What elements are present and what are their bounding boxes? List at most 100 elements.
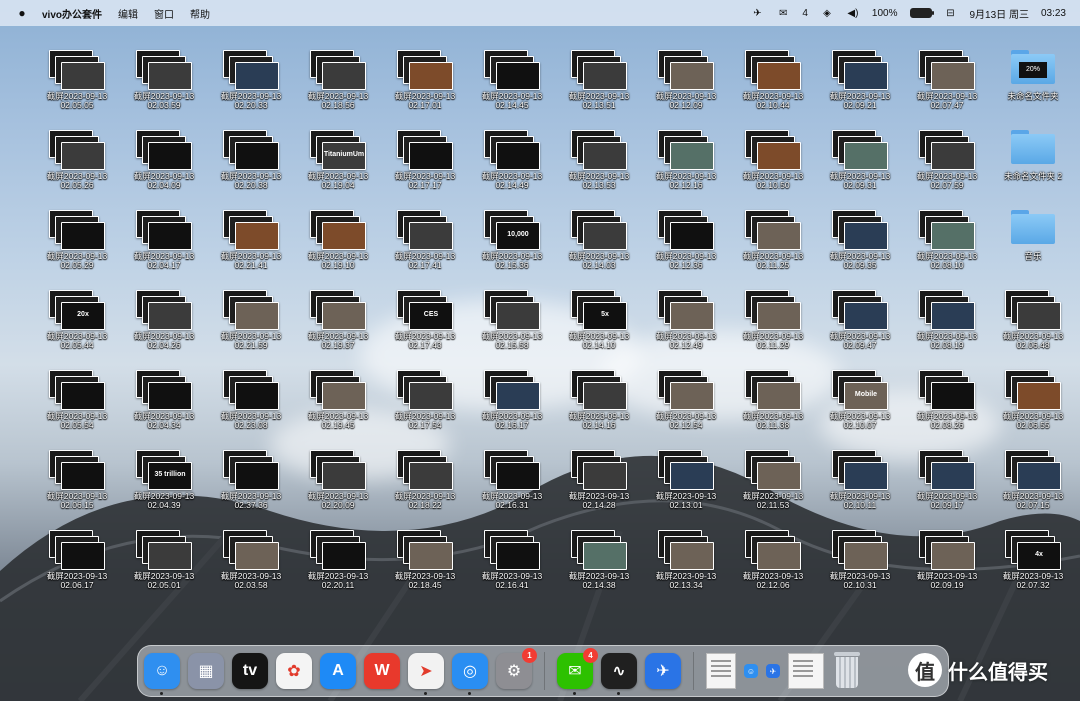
screenshot-file[interactable]: 截屏2023-09-13 02.05.05 xyxy=(35,36,119,112)
screenshot-file[interactable]: 截屏2023-09-13 02.12.36 xyxy=(644,196,728,272)
minimized-window-icon[interactable] xyxy=(788,653,824,689)
screenshot-file[interactable]: 截屏2023-09-13 02.20.11 xyxy=(296,516,380,592)
photos-icon[interactable]: ✿ xyxy=(276,653,312,689)
screenshot-file[interactable]: 截屏2023-09-13 02.14.16 xyxy=(557,356,641,432)
screenshot-file[interactable]: 5x 截屏2023-09-13 02.14.10 xyxy=(557,276,641,352)
screenshot-file[interactable]: 截屏2023-09-13 02.11.38 xyxy=(731,356,815,432)
screenshot-file[interactable]: 截屏2023-09-13 02.13.34 xyxy=(644,516,728,592)
screenshot-file[interactable]: 截屏2023-09-13 02.20.33 xyxy=(209,36,293,112)
activity-monitor-icon[interactable]: ∿ xyxy=(601,653,637,695)
screenshot-file[interactable]: 截屏2023-09-13 02.03.59 xyxy=(122,36,206,112)
screenshot-file[interactable]: 截屏2023-09-13 02.11.29 xyxy=(731,276,815,352)
menu-help[interactable]: 帮助 xyxy=(190,6,210,21)
screenshot-file[interactable]: 截屏2023-09-13 02.16.31 xyxy=(470,436,554,512)
screenshot-file[interactable]: 截屏2023-09-13 02.14.49 xyxy=(470,116,554,192)
screenshot-file[interactable]: 35 trillion 截屏2023-09-13 02.04.39 xyxy=(122,436,206,512)
lark-icon[interactable]: ✈ xyxy=(645,653,681,689)
minimized-lark-icon[interactable]: ✈ xyxy=(766,664,780,678)
screenshot-file[interactable]: 截屏2023-09-13 02.12.16 xyxy=(644,116,728,192)
screenshot-file[interactable]: CES 截屏2023-09-13 02.17.43 xyxy=(383,276,467,352)
screenshot-file[interactable]: 截屏2023-09-13 02.08.10 xyxy=(905,196,989,272)
screenshot-file[interactable]: 截屏2023-09-13 02.20.38 xyxy=(209,116,293,192)
screenshot-file[interactable]: 截屏2023-09-13 02.03.58 xyxy=(209,516,293,592)
screenshot-file[interactable]: 截屏2023-09-13 02.14.28 xyxy=(557,436,641,512)
screenshot-file[interactable]: 截屏2023-09-13 02.18.56 xyxy=(296,36,380,112)
battery-icon[interactable] xyxy=(909,8,934,18)
screenshot-file[interactable]: 截屏2023-09-13 02.09.35 xyxy=(818,196,902,272)
screenshot-file[interactable]: 截屏2023-09-13 02.05.29 xyxy=(35,196,119,272)
screenshot-file[interactable]: 截屏2023-09-13 02.09.17 xyxy=(905,436,989,512)
screenshot-file[interactable]: 截屏2023-09-13 02.17.01 xyxy=(383,36,467,112)
wps-icon[interactable]: W xyxy=(364,653,400,689)
screenshot-file[interactable]: 截屏2023-09-13 02.06.55 xyxy=(991,356,1075,432)
screenshot-file[interactable]: 截屏2023-09-13 02.07.59 xyxy=(905,116,989,192)
screenshot-file[interactable]: 截屏2023-09-13 02.19.10 xyxy=(296,196,380,272)
screenshot-file[interactable]: 截屏2023-09-13 02.17.54 xyxy=(383,356,467,432)
screenshot-file[interactable]: 截屏2023-09-13 02.10.31 xyxy=(818,516,902,592)
screenshot-file[interactable]: 截屏2023-09-13 02.15.58 xyxy=(470,276,554,352)
screenshot-file[interactable]: 截屏2023-09-13 02.12.06 xyxy=(731,516,815,592)
screenshot-file[interactable]: 截屏2023-09-13 02.04.17 xyxy=(122,196,206,272)
screenshot-file[interactable]: 截屏2023-09-13 02.20.09 xyxy=(296,436,380,512)
screenshot-file[interactable]: 截屏2023-09-13 02.13.01 xyxy=(644,436,728,512)
screenshot-file[interactable]: 截屏2023-09-13 02.16.17 xyxy=(470,356,554,432)
screenshot-file[interactable]: 截屏2023-09-13 02.08.26 xyxy=(905,356,989,432)
layers-status-icon[interactable]: ◈ xyxy=(820,6,834,20)
apple-tv-icon[interactable]: tv xyxy=(232,653,268,689)
screenshot-file[interactable]: 截屏2023-09-13 02.14.03 xyxy=(557,196,641,272)
screenshot-file[interactable]: 截屏2023-09-13 02.14.45 xyxy=(470,36,554,112)
screenshot-file[interactable]: 10,000 截屏2023-09-13 02.15.36 xyxy=(470,196,554,272)
screenshot-file[interactable]: 截屏2023-09-13 02.12.54 xyxy=(644,356,728,432)
screenshot-file[interactable]: 截屏2023-09-13 02.17.41 xyxy=(383,196,467,272)
screenshot-file[interactable]: 截屏2023-09-13 02.04.26 xyxy=(122,276,206,352)
screenshot-file[interactable]: 截屏2023-09-13 02.23.08 xyxy=(209,356,293,432)
folder-item[interactable]: 音乐 xyxy=(991,196,1075,272)
screenshot-file[interactable]: 截屏2023-09-13 02.19.45 xyxy=(296,356,380,432)
screenshot-file[interactable]: 截屏2023-09-13 02.04.34 xyxy=(122,356,206,432)
screenshot-file[interactable]: 截屏2023-09-13 02.09.47 xyxy=(818,276,902,352)
screenshot-file[interactable]: 截屏2023-09-13 02.05.01 xyxy=(122,516,206,592)
finder-icon[interactable]: ☺ xyxy=(144,653,180,695)
system-settings-icon[interactable]: ⚙ 1 xyxy=(496,648,537,689)
screenshot-file[interactable]: 截屏2023-09-13 02.13.51 xyxy=(557,36,641,112)
screenshot-file[interactable]: 截屏2023-09-13 02.10.50 xyxy=(731,116,815,192)
menu-app-name[interactable]: vivo办公套件 xyxy=(42,6,102,21)
menubar-time[interactable]: 03:23 xyxy=(1041,8,1066,19)
lark-status-icon[interactable]: ✈ xyxy=(750,6,764,20)
screenshot-file[interactable]: 截屏2023-09-13 02.06.17 xyxy=(35,516,119,592)
launchpad-icon[interactable]: ▦ xyxy=(188,653,224,689)
menu-window[interactable]: 窗口 xyxy=(154,6,174,21)
screenshot-file[interactable]: 截屏2023-09-13 02.11.53 xyxy=(731,436,815,512)
screenshot-file[interactable]: Mobile 截屏2023-09-13 02.10.07 xyxy=(818,356,902,432)
screenshot-file[interactable]: 截屏2023-09-13 02.10.11 xyxy=(818,436,902,512)
screenshot-file[interactable]: 截屏2023-09-13 02.07.15 xyxy=(991,436,1075,512)
screenshot-file[interactable]: 截屏2023-09-13 02.08.19 xyxy=(905,276,989,352)
apple-menu-icon[interactable]: ● xyxy=(14,6,30,20)
screenshot-file[interactable]: 截屏2023-09-13 02.13.53 xyxy=(557,116,641,192)
folder-item[interactable]: 未命名文件夹 2 xyxy=(991,116,1075,192)
screenshot-file[interactable]: 截屏2023-09-13 02.09.31 xyxy=(818,116,902,192)
screenshot-file[interactable]: 截屏2023-09-13 02.37.36 xyxy=(209,436,293,512)
menu-edit[interactable]: 编辑 xyxy=(118,6,138,21)
screenshot-file[interactable]: 截屏2023-09-13 02.11.25 xyxy=(731,196,815,272)
screenshot-file[interactable]: 截屏2023-09-13 02.05.54 xyxy=(35,356,119,432)
screenshot-file[interactable]: 截屏2023-09-13 02.21.41 xyxy=(209,196,293,272)
screenshot-file[interactable]: 截屏2023-09-13 02.19.37 xyxy=(296,276,380,352)
screenshot-file[interactable]: 截屏2023-09-13 02.06.48 xyxy=(991,276,1075,352)
screenshot-file[interactable]: 截屏2023-09-13 02.09.21 xyxy=(818,36,902,112)
screenshot-file[interactable]: 截屏2023-09-13 02.07.47 xyxy=(905,36,989,112)
screenshot-file[interactable]: 截屏2023-09-13 02.17.17 xyxy=(383,116,467,192)
screenshot-file[interactable]: 截屏2023-09-13 02.06.15 xyxy=(35,436,119,512)
screenshot-file[interactable]: 截屏2023-09-13 02.18.45 xyxy=(383,516,467,592)
vivo-office-icon[interactable]: ➤ xyxy=(408,653,444,695)
folder-item[interactable]: 20% 未命名文件夹 xyxy=(991,36,1075,112)
screenshot-file[interactable]: 截屏2023-09-13 02.12.09 xyxy=(644,36,728,112)
screenshot-file[interactable]: 截屏2023-09-13 02.04.09 xyxy=(122,116,206,192)
screenshot-file[interactable]: 截屏2023-09-13 02.05.26 xyxy=(35,116,119,192)
screenshot-file[interactable]: 截屏2023-09-13 02.21.59 xyxy=(209,276,293,352)
control-center-icon[interactable]: ⊟ xyxy=(944,6,958,20)
trash-icon[interactable] xyxy=(832,652,862,690)
safari-icon[interactable]: ◎ xyxy=(452,653,488,695)
screenshot-file[interactable]: 截屏2023-09-13 02.18.22 xyxy=(383,436,467,512)
screenshot-file[interactable]: 截屏2023-09-13 02.10.44 xyxy=(731,36,815,112)
